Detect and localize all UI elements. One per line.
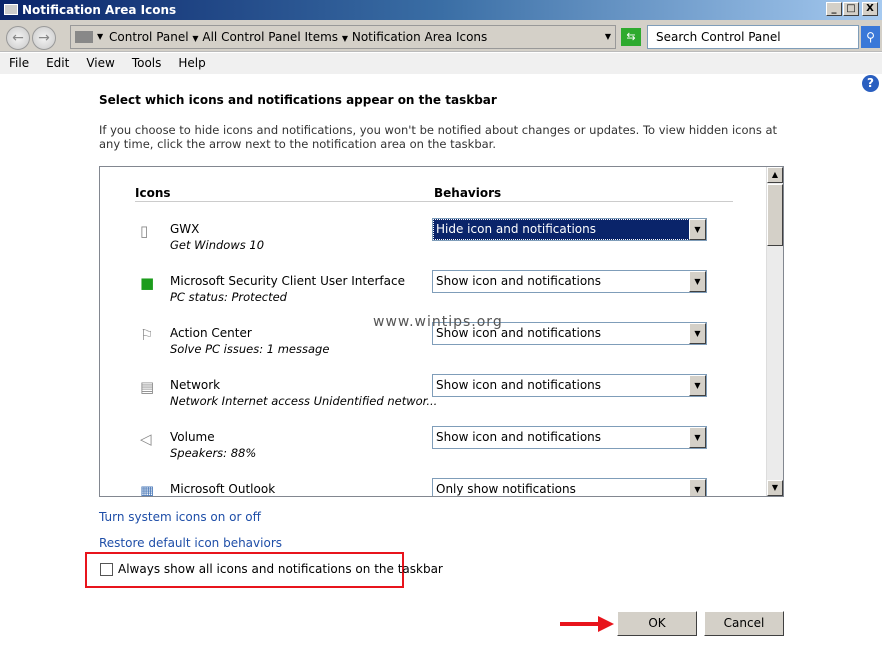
list-item: ▦ Microsoft Outlook Only show notificati… [140,478,740,497]
menu-bar: File Edit View Tools Help [0,53,882,74]
window-title: Notification Area Icons [22,3,177,17]
menu-view[interactable]: View [86,56,114,70]
item-name: Microsoft Security Client User Interface [170,274,405,288]
menu-edit[interactable]: Edit [46,56,69,70]
behavior-value: Hide icon and notifications [436,222,596,236]
window-icon: ▯ [140,222,149,240]
scroll-down-button[interactable]: ▼ [767,480,783,496]
item-name: Microsoft Outlook [170,482,276,496]
help-icon[interactable]: ? [862,75,879,92]
scroll-thumb[interactable] [767,184,783,246]
chevron-down-icon[interactable]: ▼ [605,26,611,48]
chevron-down-icon[interactable]: ▼ [689,375,706,396]
security-icon: ■ [140,274,155,292]
menu-help[interactable]: Help [178,56,205,70]
item-name: Action Center [170,326,252,340]
ok-button[interactable]: OK [617,611,697,636]
item-name: Network [170,378,221,392]
red-arrow-icon [560,616,614,632]
item-status: Speakers: 88% [170,446,257,460]
close-button[interactable]: X [862,2,878,16]
header-divider [135,201,733,202]
icons-list: Icons Behaviors ▯ GWX Get Windows 10 Hid… [99,166,784,497]
behavior-dropdown[interactable]: Show icon and notifications ▼ [432,426,707,449]
turn-system-icons-link[interactable]: Turn system icons on or off [99,510,261,524]
list-item: ⚐ Action Center Solve PC issues: 1 messa… [140,322,740,366]
page-title: Select which icons and notifications app… [99,93,497,107]
behavior-dropdown[interactable]: Only show notifications ▼ [432,478,707,496]
speaker-icon: ◁ [140,430,152,448]
breadcrumb-item[interactable]: Notification Area Icons [352,30,487,44]
control-panel-icon [4,4,18,15]
restore-defaults-link[interactable]: Restore default icon behaviors [99,536,282,550]
search-icon[interactable]: ⚲ [861,26,880,48]
chevron-down-icon[interactable]: ▼ [97,26,103,48]
breadcrumb-item[interactable]: All Control Panel Items [202,30,338,44]
column-header-behaviors: Behaviors [434,186,502,200]
breadcrumb-item[interactable]: Control Panel [109,30,189,44]
behavior-value: Show icon and notifications [436,430,602,444]
maximize-button[interactable]: □ [843,2,859,16]
behavior-value: Show icon and notifications [436,378,602,392]
chevron-down-icon[interactable]: ▼ [689,219,706,240]
chevron-down-icon[interactable]: ▼ [689,427,706,448]
column-header-icons: Icons [135,186,171,200]
list-item: ■ Microsoft Security Client User Interfa… [140,270,740,314]
item-status: Network Internet access Unidentified net… [170,394,438,408]
item-status: PC status: Protected [170,290,287,304]
chevron-down-icon[interactable]: ▼ [689,479,706,496]
list-item: ▯ GWX Get Windows 10 Hide icon and notif… [140,218,740,262]
control-panel-icon [75,31,93,43]
behavior-value: Show icon and notifications [436,274,602,288]
behavior-dropdown[interactable]: Hide icon and notifications ▼ [432,218,707,241]
flag-icon: ⚐ [140,326,154,344]
item-status: Solve PC issues: 1 message [170,342,330,356]
description: If you choose to hide icons and notifica… [99,123,778,151]
behavior-dropdown[interactable]: Show icon and notifications ▼ [432,270,707,293]
network-icon: ▤ [140,378,155,396]
address-toolbar: ← → ▼ Control Panel ▼ All Control Panel … [0,20,882,52]
cancel-button[interactable]: Cancel [704,611,784,636]
behavior-dropdown[interactable]: Show icon and notifications ▼ [432,374,707,397]
menu-file[interactable]: File [9,56,29,70]
minimize-button[interactable]: _ [826,2,842,16]
address-bar[interactable]: ▼ Control Panel ▼ All Control Panel Item… [70,25,616,49]
back-button[interactable]: ← [6,26,30,50]
item-name: Volume [170,430,215,444]
watermark: www.wintips.org [373,314,503,330]
list-item: ◁ Volume Speakers: 88% Show icon and not… [140,426,740,470]
search-input[interactable]: Search Control Panel [647,25,859,49]
always-show-label[interactable]: Always show all icons and notifications … [118,562,443,576]
behavior-value: Only show notifications [436,482,576,496]
forward-button[interactable]: → [32,26,56,50]
item-status: Get Windows 10 [170,238,265,252]
outlook-icon: ▦ [140,482,155,497]
scrollbar[interactable]: ▲ ▼ [766,167,783,496]
scroll-up-button[interactable]: ▲ [767,167,783,183]
chevron-down-icon[interactable]: ▼ [689,323,706,344]
item-name: GWX [170,222,200,236]
always-show-checkbox[interactable] [100,563,113,576]
menu-tools[interactable]: Tools [132,56,162,70]
list-item: ▤ Network Network Internet access Uniden… [140,374,740,418]
chevron-down-icon[interactable]: ▼ [689,271,706,292]
refresh-icon[interactable]: ⇆ [621,28,641,46]
title-bar: Notification Area Icons [0,0,882,20]
